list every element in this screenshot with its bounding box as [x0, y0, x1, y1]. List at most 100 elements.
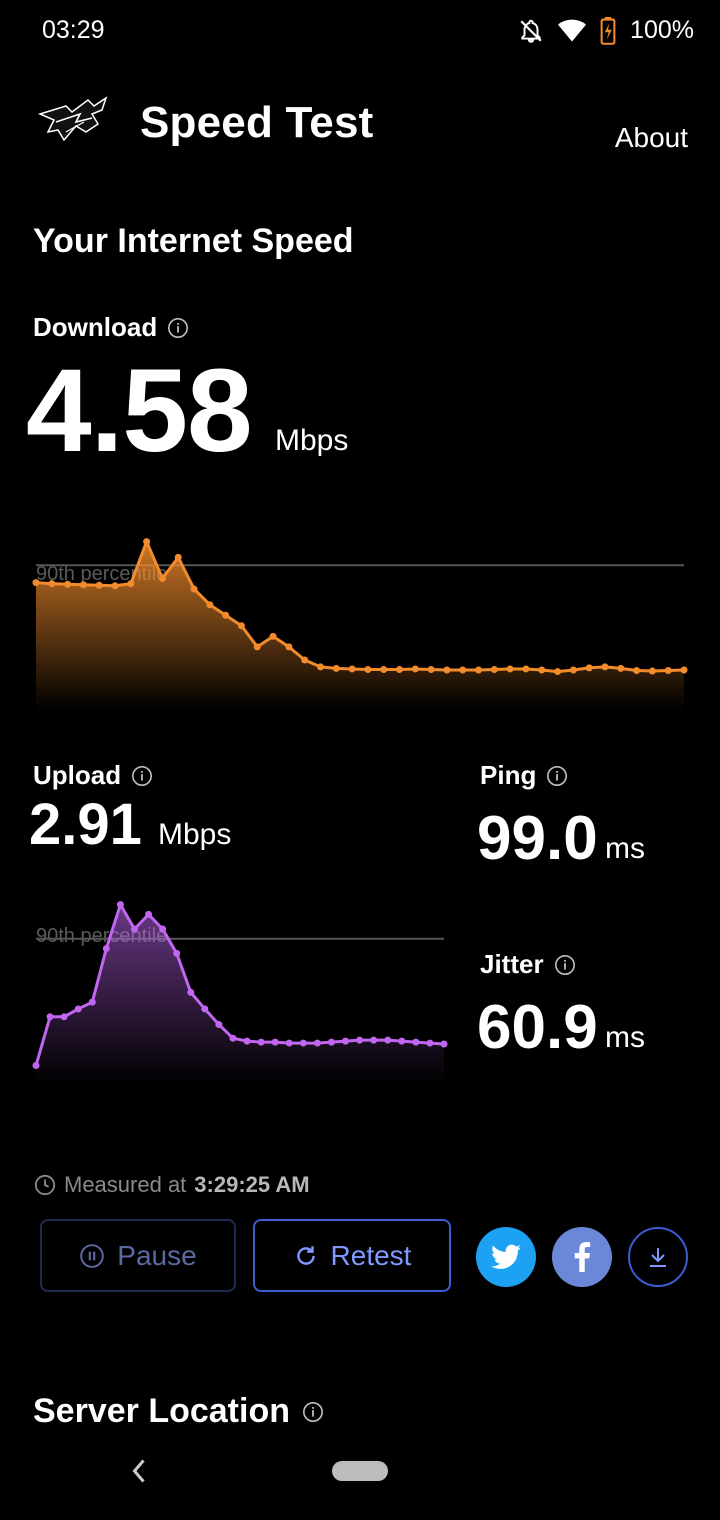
home-nav-pill[interactable]: [332, 1461, 388, 1481]
status-time: 03:29: [42, 16, 105, 44]
ping-value: 99.0: [477, 804, 598, 873]
download-chart-point: [158, 574, 166, 582]
download-chart-point: [95, 581, 103, 589]
download-chart-point: [617, 664, 625, 672]
download-results-button[interactable]: [628, 1227, 688, 1287]
jitter-label-row: Jitter: [480, 949, 576, 980]
pause-button[interactable]: Pause: [40, 1219, 236, 1292]
download-chart-point: [348, 665, 356, 673]
upload-chart-point: [412, 1038, 420, 1046]
download-chart-point: [554, 668, 562, 676]
upload-chart-point: [60, 1013, 68, 1021]
download-chart-point: [538, 666, 546, 674]
info-icon[interactable]: [546, 765, 568, 787]
download-chart-point: [364, 665, 372, 673]
download-chart-point: [111, 582, 119, 590]
download-chart-point: [633, 667, 641, 675]
battery-percent: 100%: [630, 16, 694, 44]
download-chart-point: [332, 664, 340, 672]
upload-chart-point: [398, 1037, 406, 1045]
upload-chart-point: [313, 1039, 321, 1047]
info-icon[interactable]: [554, 954, 576, 976]
pause-icon: [80, 1243, 105, 1268]
upload-chart-point: [356, 1036, 364, 1044]
upload-chart-point: [440, 1040, 448, 1048]
upload-chart-point: [370, 1036, 378, 1044]
upload-label-row: Upload: [33, 760, 153, 791]
upload-chart-point: [32, 1062, 40, 1069]
download-chart-point: [269, 632, 277, 640]
pause-label: Pause: [117, 1239, 197, 1271]
download-chart-point: [427, 665, 435, 673]
download-chart-point: [569, 666, 577, 674]
download-label: Download: [33, 312, 158, 342]
download-chart-point: [522, 665, 530, 673]
upload-chart-point: [201, 1005, 209, 1013]
download-label-row: Download: [33, 312, 189, 343]
ping-unit: ms: [605, 832, 645, 865]
download-chart-point: [253, 643, 261, 651]
info-icon[interactable]: [131, 765, 153, 787]
share-twitter-button[interactable]: [476, 1227, 536, 1287]
upload-chart-point: [74, 1005, 82, 1013]
download-chart-point: [222, 611, 230, 619]
upload-unit: Mbps: [158, 818, 232, 851]
upload-chart-point: [426, 1039, 434, 1047]
upload-chart-point: [299, 1039, 307, 1047]
upload-chart-point: [229, 1034, 237, 1042]
ping-label: Ping: [480, 760, 537, 790]
download-chart-point: [174, 553, 182, 561]
info-icon[interactable]: [302, 1401, 324, 1423]
download-chart: 90th percentile: [32, 538, 688, 710]
download-chart-point: [648, 667, 656, 675]
upload-chart-point: [88, 998, 96, 1006]
upload-label: Upload: [33, 760, 122, 790]
measured-prefix: Measured at: [64, 1172, 187, 1197]
download-chart-point: [585, 664, 593, 672]
download-chart-point: [459, 666, 467, 674]
app-title: Speed Test: [140, 98, 374, 147]
download-chart-point: [680, 666, 688, 674]
upload-chart-point: [159, 925, 167, 933]
upload-chart-point: [257, 1038, 265, 1046]
upload-chart-point: [327, 1038, 335, 1046]
download-icon: [650, 1248, 666, 1267]
section-title: Your Internet Speed: [33, 222, 354, 260]
back-nav-icon[interactable]: [128, 1456, 150, 1486]
ping-label-row: Ping: [480, 760, 568, 791]
clock-icon: [34, 1174, 56, 1196]
jitter-value: 60.9: [477, 993, 598, 1062]
download-chart-point: [143, 538, 151, 546]
share-facebook-button[interactable]: [552, 1227, 612, 1287]
battery-charging-icon: [600, 16, 616, 45]
measured-time: 3:29:25 AM: [194, 1172, 310, 1197]
retest-button[interactable]: Retest: [253, 1219, 451, 1292]
download-chart-point: [316, 663, 324, 671]
server-location-title: Server Location: [33, 1392, 324, 1431]
upload-chart-point: [271, 1038, 279, 1046]
upload-chart-point: [285, 1039, 293, 1047]
upload-value: 2.91: [29, 792, 142, 857]
download-chart-point: [190, 585, 198, 593]
download-chart-point: [64, 580, 72, 588]
twitter-icon: [491, 1244, 521, 1269]
notifications-off-icon: [520, 19, 542, 43]
upload-chart-point: [384, 1036, 392, 1044]
server-location-label: Server Location: [33, 1392, 290, 1430]
upload-chart-point: [243, 1037, 251, 1045]
download-unit: Mbps: [275, 424, 349, 457]
about-link[interactable]: About: [615, 122, 688, 154]
download-chart-point: [396, 665, 404, 673]
download-chart-point: [443, 666, 451, 674]
download-chart-point: [506, 665, 514, 673]
download-chart-point: [411, 665, 419, 673]
download-chart-point: [664, 667, 672, 675]
retest-label: Retest: [330, 1239, 412, 1271]
status-icons: 100%: [518, 16, 694, 45]
measured-at: Measured at 3:29:25 AM: [34, 1172, 310, 1198]
download-chart-point: [475, 666, 483, 674]
download-chart-point: [48, 580, 56, 588]
refresh-icon: [296, 1245, 315, 1265]
info-icon[interactable]: [167, 317, 189, 339]
download-chart-point: [32, 579, 40, 587]
